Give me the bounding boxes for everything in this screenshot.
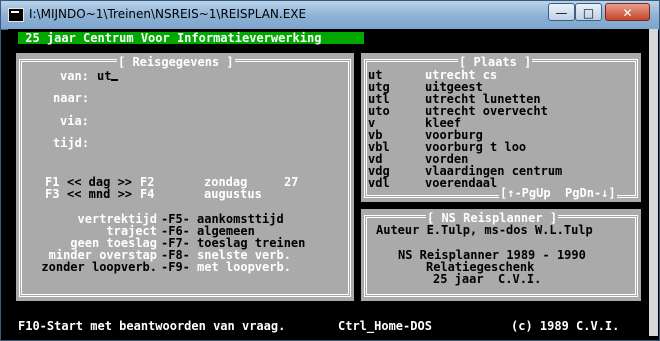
- vertical-scrollbar[interactable]: [649, 29, 658, 336]
- plaats-panel: [ Plaats ] ut utrecht cs utg uitgeest ut…: [361, 53, 641, 202]
- mnd-stepper: << mnd >>: [67, 187, 133, 201]
- status-start-hint: F10-Start met beantwoorden van vraag.: [18, 319, 286, 333]
- about-author: Auteur E.Tulp, ms-dos W.L.Tulp: [376, 223, 593, 237]
- console-area: 25 jaar Centrum Voor Informatieverwerkin…: [8, 29, 649, 336]
- status-copyright: (c) 1989 C.V.I.: [511, 319, 620, 333]
- text-cursor: [111, 79, 119, 81]
- plaats-code[interactable]: vdl: [368, 177, 390, 189]
- option-f9-key[interactable]: -F9-: [161, 261, 190, 273]
- plaats-name[interactable]: voerendaal: [425, 177, 497, 189]
- about-line3: 25 jaar C.V.I.: [433, 272, 542, 286]
- console-app-icon[interactable]: [8, 8, 24, 22]
- option-f9-right[interactable]: met loopverb.: [197, 261, 291, 273]
- plaats-pager[interactable]: [↑-PgUp PgDn-↓]: [499, 187, 617, 199]
- reisgegevens-title: [ Reisgegevens ]: [117, 55, 235, 69]
- via-label: via:: [60, 114, 89, 128]
- option-f9-left[interactable]: zonder loopverb.: [23, 261, 157, 273]
- f3-key[interactable]: F3: [45, 188, 59, 200]
- f4-key[interactable]: F4: [140, 188, 154, 200]
- month-value: augustus: [204, 187, 262, 201]
- van-value: ut: [97, 69, 112, 83]
- title-bar[interactable]: I:\MIJNDO~1\Treinen\NSREIS~1\REISPLAN.EX…: [1, 1, 659, 30]
- banner-text: 25 jaar Centrum Voor Informatieverwerkin…: [18, 31, 329, 45]
- tijd-label: tijd:: [53, 136, 90, 150]
- status-dos-hint: Ctrl_Home-DOS: [338, 319, 432, 333]
- maximize-button[interactable]: □: [575, 3, 602, 21]
- close-button[interactable]: ✕: [605, 3, 650, 21]
- naar-label: naar:: [53, 91, 90, 105]
- minimize-button[interactable]: —: [548, 3, 575, 21]
- plaats-title: [ Plaats ]: [458, 55, 533, 69]
- about-panel: [ NS Reisplanner ] Auteur E.Tulp, ms-dos…: [361, 209, 641, 301]
- day-value: 27: [284, 175, 299, 189]
- window-title: I:\MIJNDO~1\Treinen\NSREIS~1\REISPLAN.EX…: [29, 7, 307, 21]
- van-label: van:: [60, 69, 89, 83]
- reisgegevens-panel: [ Reisgegevens ] van: ut naar: via: tijd…: [16, 53, 354, 301]
- van-input[interactable]: ut: [97, 69, 119, 83]
